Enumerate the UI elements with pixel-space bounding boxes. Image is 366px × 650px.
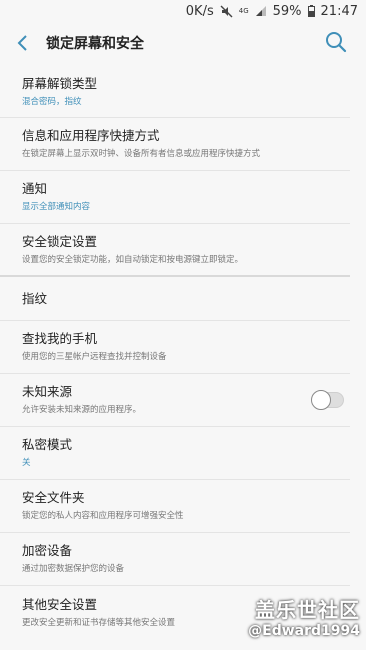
unknown-sources-toggle[interactable] <box>311 390 344 410</box>
setting-label: 信息和应用程序快捷方式 <box>22 128 160 143</box>
chevron-left-icon <box>17 35 27 51</box>
setting-private-mode[interactable]: 私密模式 关 <box>0 427 350 480</box>
setting-secure-folder[interactable]: 安全文件夹 锁定您的私人内容和应用程序可增强安全性 <box>0 480 350 533</box>
setting-screen-lock-type[interactable]: 屏幕解锁类型 混合密码，指纹 <box>0 66 350 118</box>
setting-summary: 设置您的安全锁定功能，如自动锁定和按电源键立即锁定。 <box>22 254 244 265</box>
network-speed: 0K/s <box>185 3 214 19</box>
network-type: 4G <box>238 6 249 15</box>
setting-find-my-mobile[interactable]: 查找我的手机 使用您的三星帐户远程查找并控制设备 <box>0 321 350 374</box>
search-icon <box>326 32 347 53</box>
search-button[interactable] <box>324 30 350 56</box>
watermark-site: 盖乐世社区 <box>255 598 360 622</box>
watermark: 盖乐世社区 @Edward1994 <box>248 598 360 640</box>
app-bar: 锁定屏幕和安全 <box>0 22 366 64</box>
setting-secure-lock[interactable]: 安全锁定设置 设置您的安全锁定功能，如自动锁定和按电源键立即锁定。 <box>0 224 350 277</box>
mute-icon <box>220 5 233 18</box>
settings-list: 屏幕解锁类型 混合密码，指纹 信息和应用程序快捷方式 在锁定屏幕上显示双时钟、设… <box>0 66 366 639</box>
setting-summary: 使用您的三星帐户远程查找并控制设备 <box>22 352 167 362</box>
status-bar: 0K/s 4G 59% 21:47 <box>0 0 366 22</box>
setting-label: 安全文件夹 <box>22 490 85 505</box>
setting-summary: 关 <box>22 458 31 468</box>
setting-info-shortcuts[interactable]: 信息和应用程序快捷方式 在锁定屏幕上显示双时钟、设备所有者信息或应用程序快捷方式 <box>0 118 350 171</box>
setting-summary: 混合密码，指纹 <box>22 96 82 107</box>
setting-label: 加密设备 <box>22 543 73 558</box>
setting-label: 屏幕解锁类型 <box>22 75 98 91</box>
setting-label: 安全锁定设置 <box>22 233 98 249</box>
setting-summary: 在锁定屏幕上显示双时钟、设备所有者信息或应用程序快捷方式 <box>22 149 261 159</box>
setting-fingerprint[interactable]: 指纹 <box>0 277 350 321</box>
setting-label: 指纹 <box>22 290 48 306</box>
setting-label: 私密模式 <box>22 437 73 452</box>
setting-summary: 通过加密数据保护您的设备 <box>22 564 125 574</box>
clock: 21:47 <box>320 3 358 19</box>
setting-summary: 显示全部通知内容 <box>22 202 91 212</box>
battery-level: 59% <box>272 3 302 19</box>
setting-notifications[interactable]: 通知 显示全部通知内容 <box>0 171 350 224</box>
setting-label: 未知来源 <box>22 384 73 399</box>
battery-icon <box>307 5 315 17</box>
setting-summary: 锁定您的私人内容和应用程序可增强安全性 <box>22 511 184 521</box>
signal-icon <box>255 5 267 17</box>
setting-unknown-sources[interactable]: 未知来源 允许安装未知来源的应用程序。 <box>0 374 350 427</box>
setting-label: 查找我的手机 <box>22 331 98 346</box>
setting-label: 通知 <box>22 181 48 196</box>
setting-encrypt-device[interactable]: 加密设备 通过加密数据保护您的设备 <box>0 533 350 586</box>
toggle-knob <box>311 390 331 410</box>
page-title: 锁定屏幕和安全 <box>46 36 144 52</box>
setting-summary: 允许安装未知来源的应用程序。 <box>22 405 142 415</box>
watermark-author: @Edward1994 <box>248 623 360 639</box>
back-button[interactable] <box>0 22 46 64</box>
